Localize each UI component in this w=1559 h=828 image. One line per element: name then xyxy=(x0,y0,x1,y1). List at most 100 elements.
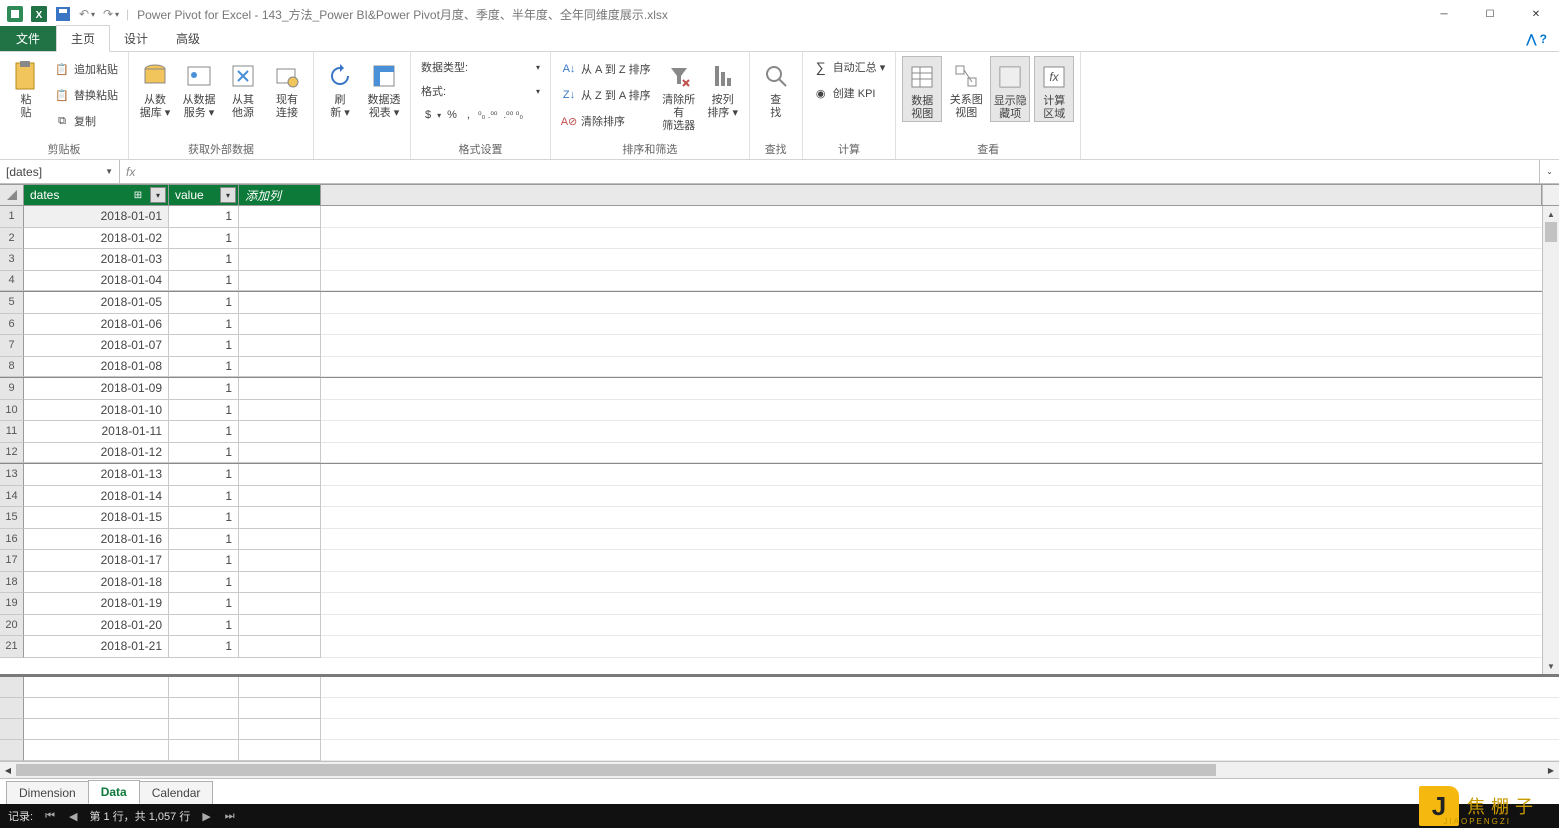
cell-dates[interactable]: 2018-01-11 xyxy=(24,421,169,443)
cell-addcol[interactable] xyxy=(239,357,321,378)
cell-value[interactable]: 1 xyxy=(169,335,239,357)
undo-icon[interactable]: ↶ xyxy=(78,5,96,23)
cell-value[interactable]: 1 xyxy=(169,572,239,594)
table-row[interactable]: 202018-01-201 xyxy=(0,615,1542,637)
increase-decimal-button[interactable]: ⁰₀ .⁰⁰ xyxy=(476,104,500,126)
measure-cell[interactable] xyxy=(24,719,169,740)
comma-button[interactable]: , xyxy=(463,104,474,126)
cell-addcol[interactable] xyxy=(239,378,321,400)
cell-dates[interactable]: 2018-01-21 xyxy=(24,636,169,658)
vertical-scrollbar[interactable]: ▲ ▼ xyxy=(1542,206,1559,674)
scroll-right-icon[interactable]: ▶ xyxy=(1543,766,1559,775)
sheet-tab-data[interactable]: Data xyxy=(88,780,140,804)
cell-value[interactable]: 1 xyxy=(169,443,239,464)
table-row[interactable]: 152018-01-151 xyxy=(0,507,1542,529)
column-relationship-icon[interactable]: ⊞ xyxy=(130,187,146,203)
cell-value[interactable]: 1 xyxy=(169,400,239,422)
cell-dates[interactable]: 2018-01-09 xyxy=(24,378,169,400)
paste-replace-button[interactable]: 📋替换粘贴 xyxy=(50,84,122,106)
sheet-tab-calendar[interactable]: Calendar xyxy=(139,781,214,804)
cell-value[interactable]: 1 xyxy=(169,486,239,508)
maximize-button[interactable]: ☐ xyxy=(1467,0,1513,28)
select-all-corner[interactable] xyxy=(0,185,24,205)
nav-last-icon[interactable]: ⏭ xyxy=(223,810,237,823)
copy-button[interactable]: ⧉复制 xyxy=(50,110,122,132)
sort-by-column-button[interactable]: 按列 排序 ▾ xyxy=(703,56,743,120)
horizontal-scrollbar[interactable]: ◀▶ xyxy=(0,761,1559,778)
row-number[interactable]: 16 xyxy=(0,529,24,551)
cell-dates[interactable]: 2018-01-01 xyxy=(24,206,169,228)
scroll-down-icon[interactable]: ▼ xyxy=(1543,658,1559,674)
find-button[interactable]: 查 找 xyxy=(756,56,796,120)
measure-cell[interactable] xyxy=(239,719,321,740)
column-header-dates[interactable]: dates ⊞ ▾ xyxy=(24,185,169,205)
table-row[interactable]: 62018-01-061 xyxy=(0,314,1542,336)
from-other-button[interactable]: 从其 他源 xyxy=(223,56,263,120)
measure-cell[interactable] xyxy=(169,719,239,740)
measure-cell[interactable] xyxy=(169,677,239,698)
sort-za-button[interactable]: Z↓从 Z 到 A 排序 xyxy=(557,84,655,106)
cell-dates[interactable]: 2018-01-10 xyxy=(24,400,169,422)
cell-dates[interactable]: 2018-01-12 xyxy=(24,443,169,464)
calc-area-button[interactable]: fx计算 区域 xyxy=(1034,56,1074,122)
clear-filter-button[interactable]: 清除所有 筛选器 xyxy=(659,56,699,133)
measure-row[interactable] xyxy=(0,698,1559,719)
tab-advanced[interactable]: 高级 xyxy=(162,26,214,51)
cell-dates[interactable]: 2018-01-16 xyxy=(24,529,169,551)
cell-dates[interactable]: 2018-01-06 xyxy=(24,314,169,336)
from-service-button[interactable]: 从数据 服务 ▾ xyxy=(179,56,219,120)
cell-addcol[interactable] xyxy=(239,400,321,422)
minimize-button[interactable]: ─ xyxy=(1421,0,1467,28)
measure-cell[interactable] xyxy=(239,677,321,698)
cell-addcol[interactable] xyxy=(239,464,321,486)
row-number[interactable]: 9 xyxy=(0,378,24,400)
row-number[interactable]: 7 xyxy=(0,335,24,357)
row-number[interactable]: 12 xyxy=(0,443,24,464)
measure-cell[interactable] xyxy=(24,677,169,698)
cell-addcol[interactable] xyxy=(239,486,321,508)
row-number[interactable]: 10 xyxy=(0,400,24,422)
cell-dates[interactable]: 2018-01-20 xyxy=(24,615,169,637)
cell-value[interactable]: 1 xyxy=(169,529,239,551)
cell-dates[interactable]: 2018-01-07 xyxy=(24,335,169,357)
cell-value[interactable]: 1 xyxy=(169,249,239,271)
measure-cell[interactable] xyxy=(24,698,169,719)
measure-cell[interactable] xyxy=(169,740,239,761)
table-row[interactable]: 212018-01-211 xyxy=(0,636,1542,658)
cell-dates[interactable]: 2018-01-15 xyxy=(24,507,169,529)
formula-expand-button[interactable]: ⌄ xyxy=(1539,160,1559,183)
sort-az-button[interactable]: A↓从 A 到 Z 排序 xyxy=(557,58,655,80)
cell-value[interactable]: 1 xyxy=(169,271,239,292)
tab-file[interactable]: 文件 xyxy=(0,26,56,51)
scrollbar-thumb[interactable] xyxy=(1545,222,1557,242)
row-number[interactable]: 19 xyxy=(0,593,24,615)
show-hidden-button[interactable]: 显示隐 藏项 xyxy=(990,56,1030,122)
table-row[interactable]: 162018-01-161 xyxy=(0,529,1542,551)
cell-addcol[interactable] xyxy=(239,421,321,443)
pivot-table-button[interactable]: 数据透 视表 ▾ xyxy=(364,56,404,120)
cell-dates[interactable]: 2018-01-13 xyxy=(24,464,169,486)
close-button[interactable]: ✕ xyxy=(1513,0,1559,28)
table-row[interactable]: 12018-01-011 xyxy=(0,206,1542,228)
table-row[interactable]: 72018-01-071 xyxy=(0,335,1542,357)
table-row[interactable]: 42018-01-041 xyxy=(0,271,1542,293)
cell-addcol[interactable] xyxy=(239,292,321,314)
measure-row[interactable] xyxy=(0,740,1559,761)
autosum-button[interactable]: ∑自动汇总 ▾ xyxy=(809,56,890,78)
cell-dates[interactable]: 2018-01-02 xyxy=(24,228,169,250)
row-number[interactable]: 2 xyxy=(0,228,24,250)
nav-prev-icon[interactable]: ◀ xyxy=(67,810,79,823)
cell-dates[interactable]: 2018-01-17 xyxy=(24,550,169,572)
excel-icon[interactable]: X xyxy=(30,5,48,23)
cell-value[interactable]: 1 xyxy=(169,314,239,336)
measure-cell[interactable] xyxy=(239,698,321,719)
from-database-button[interactable]: 从数 据库 ▾ xyxy=(135,56,175,120)
table-row[interactable]: 22018-01-021 xyxy=(0,228,1542,250)
cell-dates[interactable]: 2018-01-04 xyxy=(24,271,169,292)
cell-addcol[interactable] xyxy=(239,507,321,529)
cell-value[interactable]: 1 xyxy=(169,593,239,615)
refresh-button[interactable]: 刷 新 ▾ xyxy=(320,56,360,120)
row-number[interactable]: 11 xyxy=(0,421,24,443)
cell-dates[interactable]: 2018-01-08 xyxy=(24,357,169,378)
cell-value[interactable]: 1 xyxy=(169,615,239,637)
